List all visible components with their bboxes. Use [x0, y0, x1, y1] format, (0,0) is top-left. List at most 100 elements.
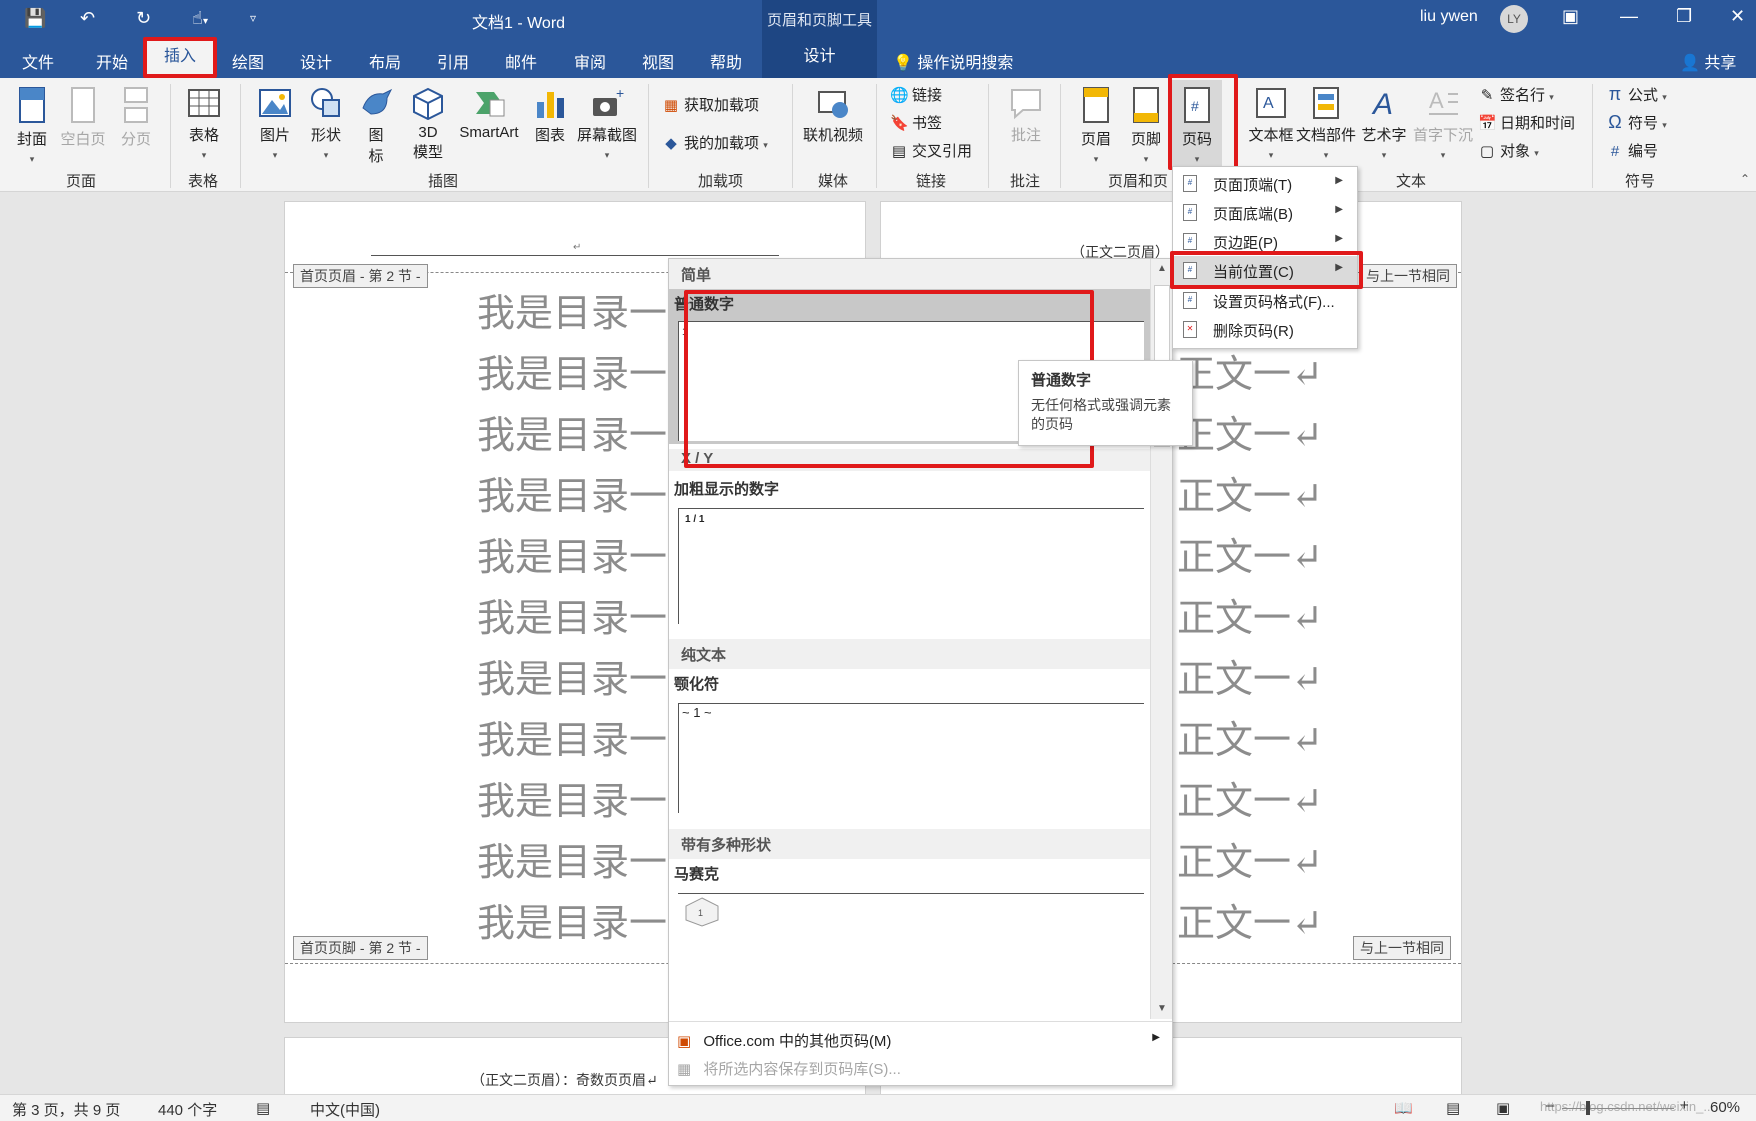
tab-help[interactable]: 帮助 [710, 49, 742, 73]
collapse-ribbon-icon[interactable]: ⌃ [1740, 172, 1750, 186]
text-box-icon: A [1256, 88, 1286, 118]
zoom-out-icon[interactable]: – [1546, 1097, 1554, 1114]
drop-cap-icon: A [1429, 88, 1458, 115]
divider [1592, 84, 1593, 188]
close-icon[interactable]: ✕ [1730, 6, 1745, 27]
wordart-button[interactable]: A 艺术字 ▾ [1360, 86, 1408, 162]
same-as-previous-tag: 与上一节相同 [1359, 264, 1457, 288]
zoom-in-icon[interactable]: + [1680, 1097, 1689, 1114]
restore-icon[interactable]: ❐ [1676, 6, 1692, 27]
first-page-footer-tag: 首页页脚 - 第 2 节 - [293, 936, 428, 960]
divider [170, 84, 171, 188]
comment-icon [1011, 89, 1041, 120]
header-button[interactable]: 页眉 ▾ [1078, 86, 1114, 166]
tab-draw[interactable]: 绘图 [232, 49, 264, 73]
menu-item-top-of-page[interactable]: # 页面顶端(T) ▶ [1173, 169, 1357, 198]
proofing-icon[interactable]: ▤ [256, 1099, 270, 1117]
tab-view[interactable]: 视图 [642, 49, 674, 73]
globe-link-icon: 🌐 [890, 87, 909, 104]
body-line: 正文一↵ [1177, 535, 1323, 579]
symbol-button[interactable]: Ω 符号 ▾ [1606, 112, 1666, 133]
menu-item-format-page-numbers[interactable]: # 设置页码格式(F)... [1173, 286, 1357, 315]
footer-button[interactable]: 页脚 ▾ [1128, 86, 1164, 166]
number-icon: # [1610, 143, 1620, 160]
online-video-button[interactable]: 联机视频 [800, 86, 866, 145]
tab-home[interactable]: 开始 [96, 49, 128, 73]
tab-header-footer-design[interactable]: 设计 [762, 38, 877, 78]
tab-file[interactable]: 文件 [22, 49, 54, 73]
web-layout-icon[interactable]: ▣ [1496, 1099, 1510, 1117]
redo-icon[interactable]: ↻ [136, 8, 151, 28]
object-button[interactable]: ▢ 对象 ▾ [1478, 140, 1539, 161]
chart-button[interactable]: 图表 [530, 86, 570, 145]
gallery-item-bold-number[interactable]: 加粗显示的数字 1 / 1 [669, 474, 1150, 624]
tab-review[interactable]: 审阅 [574, 49, 606, 73]
menu-item-remove-page-numbers[interactable]: ✕ 删除页码(R) [1173, 315, 1357, 344]
3d-models-button[interactable]: 3D 模型 [406, 86, 450, 162]
tab-design[interactable]: 设计 [300, 49, 332, 73]
divider [648, 84, 649, 188]
gallery-preview: 1 / 1 [678, 508, 1144, 624]
body-line: 正文一↵ [1177, 718, 1323, 762]
user-name[interactable]: liu ywen [1420, 8, 1478, 26]
icons-button[interactable]: 图标 [356, 86, 396, 166]
avatar[interactable]: LY [1500, 5, 1528, 33]
remove-page-number-icon: ✕ [1183, 321, 1197, 338]
date-time-button[interactable]: 📅 日期和时间 [1478, 112, 1575, 133]
touch-mode-icon[interactable]: ☝▾ [192, 8, 208, 32]
read-mode-icon[interactable]: 📖 [1394, 1099, 1413, 1117]
zoom-slider[interactable] [1562, 1108, 1674, 1109]
quick-parts-button[interactable]: 文档部件 ▾ [1296, 86, 1356, 162]
toc-line: 我是目录一 [477, 779, 668, 823]
save-selection-item[interactable]: ▦ 将所选内容保存到页码库(S)... [669, 1053, 1172, 1083]
get-addins-button[interactable]: ▦ 获取加载项 [662, 94, 759, 115]
menu-item-bottom-of-page[interactable]: # 页面底端(B) ▶ [1173, 198, 1357, 227]
equation-button[interactable]: π 公式 ▾ [1606, 84, 1667, 105]
language[interactable]: 中文(中国) [310, 1099, 380, 1120]
share-button[interactable]: 👤 共享 [1680, 49, 1736, 73]
first-page-header-tag: 首页页眉 - 第 2 节 - [293, 264, 428, 288]
page-break-button[interactable]: 分页 [116, 86, 156, 149]
tell-me-search[interactable]: 💡 操作说明搜索 [893, 49, 1013, 73]
object-icon: ▢ [1479, 143, 1495, 160]
text-box-button[interactable]: A 文本框 ▾ [1248, 86, 1294, 162]
document-title: 文档1 - Word [472, 15, 566, 32]
tab-references[interactable]: 引用 [437, 49, 469, 73]
number-button[interactable]: # 编号 [1606, 140, 1658, 161]
print-layout-icon[interactable]: ▤ [1446, 1099, 1460, 1117]
scroll-up-icon[interactable]: ▲ [1157, 263, 1167, 274]
undo-icon[interactable]: ↶ [80, 8, 95, 28]
bookmark-button[interactable]: 🔖 书签 [890, 112, 942, 133]
zoom-slider-thumb[interactable] [1586, 1101, 1590, 1115]
customize-toolbar-icon[interactable]: ▿ [250, 8, 256, 28]
tab-mailings[interactable]: 邮件 [505, 49, 537, 73]
minimize-icon[interactable]: — [1620, 6, 1638, 27]
cover-page-button[interactable]: 封面 ▾ [14, 86, 50, 166]
table-button[interactable]: 表格 ▾ [184, 86, 224, 162]
cross-reference-button[interactable]: ▤ 交叉引用 [890, 140, 972, 161]
scroll-down-icon[interactable]: ▼ [1157, 1003, 1167, 1014]
smartart-button[interactable]: SmartArt [454, 86, 524, 141]
tab-layout[interactable]: 布局 [369, 49, 401, 73]
save-icon[interactable]: 💾 [24, 8, 46, 28]
page-number-highlight [1168, 74, 1238, 170]
screenshot-button[interactable]: + 屏幕截图 ▾ [574, 86, 640, 162]
my-addins-button[interactable]: ◆ 我的加载项 ▾ [662, 132, 768, 153]
title-bar: 💾 ↶ ↻ ☝▾ ▿ 文档1 - Word liu ywen LY ▣ — ❐ … [0, 0, 1756, 38]
gallery-item-tilde[interactable]: 颚化符 ~ 1 ~ [669, 669, 1150, 819]
gallery-item-mosaic[interactable]: 马赛克 1 [669, 859, 1150, 1019]
ribbon-display-icon[interactable]: ▣ [1562, 6, 1579, 27]
drop-cap-button[interactable]: A 首字下沉 ▾ [1412, 86, 1474, 162]
shapes-button[interactable]: 形状 ▾ [306, 86, 346, 162]
picture-button[interactable]: 图片 ▾ [256, 86, 294, 162]
gallery-section-plain-text: 纯文本 [669, 639, 1150, 669]
zoom-level[interactable]: 60% [1710, 1099, 1740, 1116]
link-button[interactable]: 🌐 链接 [890, 84, 942, 105]
blank-page-button[interactable]: 空白页 [60, 86, 106, 149]
word-count[interactable]: 440 个字 [158, 1099, 217, 1120]
more-page-numbers-item[interactable]: ▣ Office.com 中的其他页码(M) ▶ [669, 1021, 1172, 1053]
page-count[interactable]: 第 3 页，共 9 页 [12, 1099, 120, 1120]
comment-button[interactable]: 批注 [1006, 86, 1046, 145]
signature-line-button[interactable]: ✎ 签名行 ▾ [1478, 84, 1554, 105]
cross-reference-icon: ▤ [891, 143, 907, 160]
